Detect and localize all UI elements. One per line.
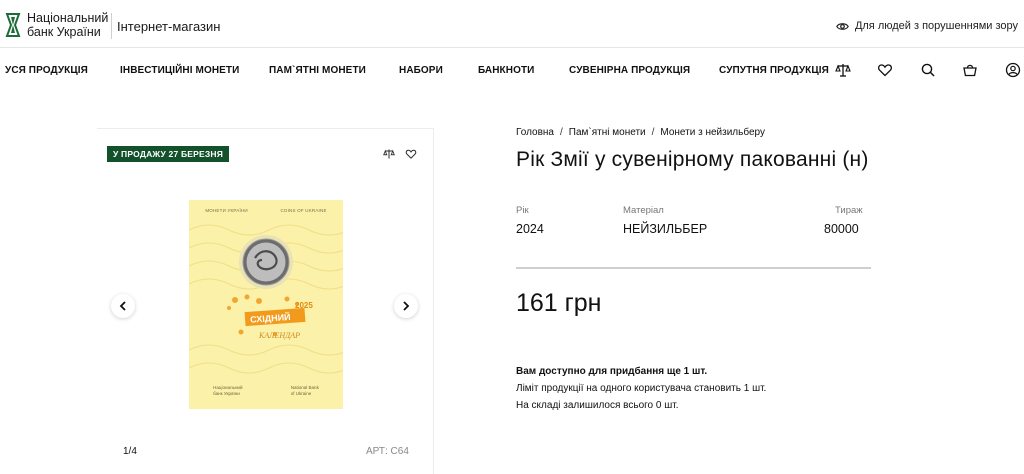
- nbu-logo[interactable]: Національний банк України: [4, 11, 108, 39]
- search-icon[interactable]: [920, 62, 936, 78]
- spec-material-value: НЕЙЗИЛЬБЕР: [623, 222, 708, 236]
- packaging-year: 2025: [295, 301, 313, 310]
- heart-icon[interactable]: [877, 62, 893, 78]
- packaging-top-left: МОНЕТИ УКРАЇНИ: [205, 208, 248, 213]
- spec-mintage-value: 80000: [824, 222, 859, 236]
- packaging-bottom-right: National Bank of Ukraine: [290, 385, 319, 396]
- cart-icon[interactable]: [962, 62, 978, 78]
- product-image[interactable]: 2025 СХІДНИЙ КАЛЕНДАР МОНЕТИ УКРАЇНИ COI…: [189, 200, 343, 409]
- packaging-bottom-left: Національний банк України: [213, 385, 243, 396]
- availability-note: Вам доступно для придбання ще 1 шт.: [516, 366, 708, 377]
- spec-year-value: 2024: [516, 222, 544, 236]
- compare-icon[interactable]: [835, 62, 851, 78]
- stock-note: На складі залишилося всього 0 шт.: [516, 400, 679, 411]
- packaging-bottom-text: Національний банк України National Bank of…: [189, 385, 343, 397]
- logo-line-1: Національний: [27, 11, 109, 25]
- spec-year-label: Рік: [516, 205, 529, 216]
- heart-icon[interactable]: [405, 148, 417, 160]
- logo-line-2: банк України: [27, 25, 101, 39]
- sale-date-badge: У ПРОДАЖУ 27 БЕРЕЗНЯ: [107, 146, 230, 162]
- accessibility-link[interactable]: Для людей з порушеннями зору: [836, 20, 1018, 32]
- purchase-limit-note: Ліміт продукції на одного користувача ст…: [516, 383, 767, 394]
- packaging-pattern: 2025 СХІДНИЙ КАЛЕНДАР: [189, 224, 343, 374]
- breadcrumb-nickel-silver-coins[interactable]: Монети з нейзильберу: [660, 127, 765, 138]
- header-icons: [0, 62, 1024, 80]
- image-counter: 1/4: [123, 446, 137, 457]
- site-header: Національний банк України Інтернет-магаз…: [0, 0, 1024, 48]
- logo-text: Національний банк України: [27, 11, 108, 39]
- chevron-right-icon: [403, 301, 410, 311]
- breadcrumb-separator: /: [560, 127, 563, 138]
- breadcrumb-commemorative-coins[interactable]: Пам`ятні монети: [569, 127, 646, 138]
- header-divider: [111, 13, 112, 39]
- eye-icon: [836, 22, 849, 30]
- store-title[interactable]: Інтернет-магазин: [117, 19, 220, 34]
- spec-mintage-label: Тираж: [835, 205, 863, 216]
- next-image-button[interactable]: [394, 294, 418, 318]
- breadcrumb: Головна / Пам`ятні монети / Монети з ней…: [516, 127, 765, 138]
- spec-material-label: Матеріал: [623, 205, 664, 216]
- breadcrumb-home[interactable]: Головна: [516, 127, 554, 138]
- packaging-top-text: МОНЕТИ УКРАЇНИ COINS OF UKRAINE: [189, 208, 343, 213]
- product-title: Рік Змії у сувенірному пакованні (н): [516, 148, 869, 171]
- product-gallery: У ПРОДАЖУ 27 БЕРЕЗНЯ 2025 СХІДНИЙ КАЛЕНД…: [97, 128, 434, 474]
- product-price: 161 грн: [516, 289, 602, 317]
- specs-divider: [516, 267, 871, 269]
- user-icon[interactable]: [1005, 62, 1021, 78]
- breadcrumb-separator: /: [651, 127, 655, 138]
- prev-image-button[interactable]: [111, 294, 135, 318]
- nbu-logo-icon: [5, 13, 21, 37]
- packaging-top-right: COINS OF UKRAINE: [280, 208, 327, 213]
- chevron-left-icon: [119, 301, 126, 311]
- product-sku: АРТ: С64: [366, 446, 409, 457]
- packaging-word-2: КАЛЕНДАР: [258, 331, 300, 340]
- compare-icon[interactable]: [383, 148, 395, 160]
- accessibility-label: Для людей з порушеннями зору: [854, 20, 1018, 32]
